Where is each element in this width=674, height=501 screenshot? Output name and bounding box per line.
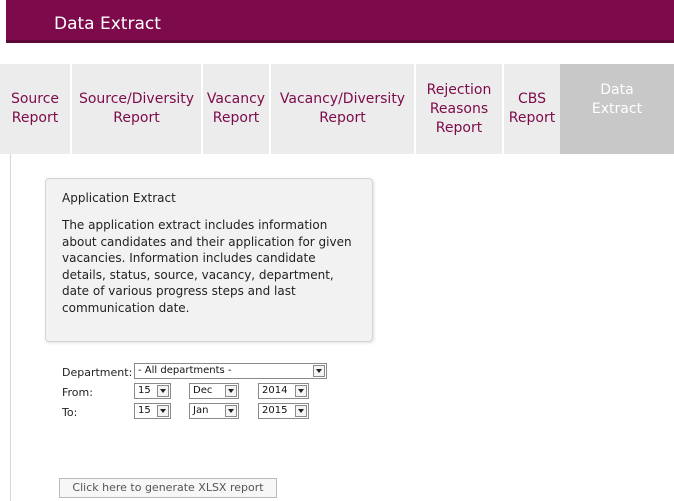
chevron-down-icon <box>295 385 307 397</box>
card-title: Application Extract <box>62 191 176 205</box>
to-day-select[interactable]: 15 <box>134 403 171 419</box>
tab-source-report[interactable]: Source Report <box>0 64 72 154</box>
to-month-select[interactable]: Jan <box>189 403 239 419</box>
chevron-down-icon <box>295 405 307 417</box>
department-select[interactable]: - All departments - <box>134 363 327 379</box>
page-title: Data Extract <box>54 14 161 34</box>
department-label: Department: <box>62 365 133 379</box>
tab-data-extract[interactable]: Data Extract <box>560 64 674 154</box>
chevron-down-icon <box>313 365 325 377</box>
app-header: Data Extract <box>6 0 674 43</box>
from-row: From: <box>62 383 134 401</box>
card-description: The application extract includes informa… <box>62 218 352 315</box>
tab-rejection-reasons-report[interactable]: Rejection Reasons Report <box>416 64 504 154</box>
generate-xlsx-button[interactable]: Click here to generate XLSX report <box>59 478 277 498</box>
from-label: From: <box>62 385 93 399</box>
chevron-down-icon <box>225 405 237 417</box>
content-divider <box>10 154 11 501</box>
to-label: To: <box>62 405 78 419</box>
tab-vacancy-report[interactable]: Vacancy Report <box>203 64 271 154</box>
to-row: To: <box>62 403 134 421</box>
chevron-down-icon <box>157 405 169 417</box>
department-row: Department: <box>62 363 134 381</box>
application-extract-card: Application Extract The application extr… <box>45 178 373 342</box>
to-year-select[interactable]: 2015 <box>258 403 309 419</box>
tab-cbs-report[interactable]: CBS Report <box>504 64 560 154</box>
tab-source-diversity-report[interactable]: Source/Diversity Report <box>72 64 203 154</box>
chevron-down-icon <box>225 385 237 397</box>
tab-vacancy-diversity-report[interactable]: Vacancy/Diversity Report <box>271 64 416 154</box>
from-day-select[interactable]: 15 <box>134 383 171 399</box>
from-year-select[interactable]: 2014 <box>258 383 309 399</box>
chevron-down-icon <box>157 385 169 397</box>
from-month-select[interactable]: Dec <box>189 383 239 399</box>
